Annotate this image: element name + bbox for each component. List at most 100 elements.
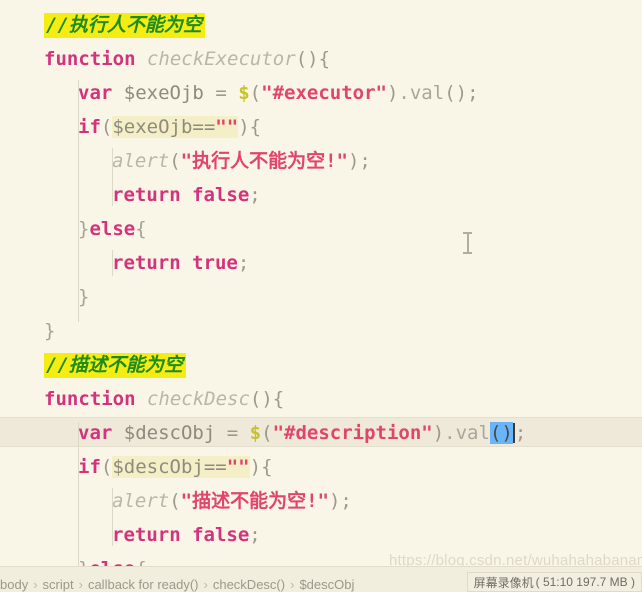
token-keyword: return bbox=[112, 524, 181, 546]
token-punct: ( bbox=[169, 150, 181, 172]
token-dollar: $ bbox=[249, 422, 262, 444]
token-punct: ); bbox=[328, 490, 352, 512]
code-line[interactable]: } bbox=[0, 280, 642, 314]
token-punct: ( bbox=[100, 116, 113, 138]
indent-guide bbox=[112, 488, 113, 546]
code-line[interactable]: return false; bbox=[0, 518, 642, 552]
code-line[interactable]: alert("描述不能为空!"); bbox=[0, 484, 642, 518]
code-line[interactable]: }else{ bbox=[0, 212, 642, 246]
token-brace: } bbox=[44, 320, 56, 342]
code-line[interactable]: var $exeOjb = $("#executor").val(); bbox=[0, 76, 642, 110]
token-punct: = bbox=[215, 82, 227, 104]
code-line[interactable]: return true; bbox=[0, 246, 642, 280]
code-line[interactable]: //执行人不能为空 bbox=[0, 8, 642, 42]
token-property: .val bbox=[444, 422, 490, 444]
indent-guide bbox=[78, 422, 79, 566]
token-punct: ){ bbox=[249, 456, 273, 478]
token-punct: ( bbox=[169, 490, 181, 512]
recorder-meta: ( 51:10 197.7 MB ) bbox=[535, 575, 635, 589]
token-comment: //执行人不能为空 bbox=[44, 13, 205, 38]
token-punct: = bbox=[226, 422, 239, 444]
token-brace: } bbox=[78, 286, 90, 308]
token-function-name: alert bbox=[112, 490, 170, 512]
token-identifier: $descObj== bbox=[112, 456, 227, 478]
token-string: "#description" bbox=[272, 422, 433, 444]
token-punct: ( bbox=[261, 422, 273, 444]
token-punct: ( bbox=[100, 456, 113, 478]
breadcrumb-item[interactable]: script bbox=[43, 577, 74, 592]
token-brace: } bbox=[78, 558, 89, 566]
token-identifier: $exeOjb bbox=[123, 82, 204, 104]
token-comment: //描述不能为空 bbox=[44, 353, 186, 378]
token-keyword: if bbox=[78, 456, 101, 478]
breadcrumb-separator: › bbox=[78, 577, 83, 592]
token-brace: { bbox=[135, 558, 146, 566]
token-punct: ; bbox=[237, 252, 250, 274]
token-property: .val bbox=[398, 82, 445, 104]
token-punct: (){ bbox=[249, 388, 285, 410]
token-keyword: function bbox=[44, 48, 136, 70]
token-punct: ){ bbox=[238, 116, 262, 138]
breadcrumb-item[interactable]: checkDesc() bbox=[213, 577, 285, 592]
token-punct: ; bbox=[249, 524, 261, 546]
token-punct: ) bbox=[432, 422, 445, 444]
indent-guide bbox=[112, 148, 113, 206]
token-string: "#executor" bbox=[261, 82, 387, 104]
breadcrumb-separator: › bbox=[203, 577, 208, 592]
breadcrumb-item[interactable]: $descObj bbox=[299, 577, 354, 592]
breadcrumb-separator: › bbox=[290, 577, 295, 592]
code-line[interactable]: alert("执行人不能为空!"); bbox=[0, 144, 642, 178]
token-keyword: function bbox=[44, 388, 136, 410]
token-punct: ); bbox=[347, 150, 371, 172]
code-line[interactable]: }else{ bbox=[0, 552, 642, 566]
token-dollar: $ bbox=[238, 82, 250, 104]
code-line[interactable]: if($descObj==""){ bbox=[0, 450, 642, 484]
token-punct: ; bbox=[514, 422, 527, 444]
code-line[interactable]: } bbox=[0, 314, 642, 348]
token-keyword: if bbox=[78, 116, 101, 138]
screen-recorder-widget[interactable]: 屏幕录像机 ( 51:10 197.7 MB ) bbox=[466, 572, 642, 592]
token-function-name: checkExecutor bbox=[146, 48, 296, 70]
code-line[interactable]: return false; bbox=[0, 178, 642, 212]
token-keyword: return bbox=[112, 184, 181, 206]
code-line[interactable]: var $descObj = $("#description").val(); bbox=[0, 416, 642, 450]
code-line[interactable]: //描述不能为空 bbox=[0, 348, 642, 382]
ide-screenshot: //执行人不能为空 function checkExecutor(){var $e… bbox=[0, 0, 642, 592]
token-punct: (){ bbox=[295, 48, 331, 70]
code-line[interactable]: function checkExecutor(){ bbox=[0, 42, 642, 76]
token-keyword: return bbox=[112, 252, 181, 274]
token-string: "描述不能为空!" bbox=[180, 490, 329, 512]
breadcrumb-item[interactable]: body bbox=[0, 577, 28, 592]
token-keyword: false bbox=[192, 524, 250, 546]
breadcrumb-item[interactable]: callback for ready() bbox=[88, 577, 199, 592]
token-keyword: else bbox=[89, 218, 136, 240]
token-punct: ) bbox=[386, 82, 399, 104]
token-string: "执行人不能为空!" bbox=[180, 150, 348, 172]
token-string: "" bbox=[215, 116, 239, 138]
token-function-name: checkDesc bbox=[146, 388, 250, 410]
breadcrumb[interactable]: body › script › callback for ready() › checkDe… bbox=[0, 577, 354, 592]
code-editor[interactable]: //执行人不能为空 function checkExecutor(){var $e… bbox=[0, 0, 642, 566]
code-line[interactable]: function checkDesc(){ bbox=[0, 382, 642, 416]
token-brace: } bbox=[78, 218, 90, 240]
indent-guide bbox=[112, 250, 113, 276]
token-function-name: alert bbox=[112, 150, 170, 172]
token-identifier: $descObj bbox=[123, 422, 216, 444]
token-punct: (); bbox=[444, 82, 479, 104]
token-punct: () bbox=[489, 422, 513, 444]
recorder-label: 屏幕录像机 bbox=[473, 575, 534, 590]
token-keyword: else bbox=[89, 558, 135, 566]
token-keyword: var bbox=[78, 422, 113, 444]
code-line[interactable]: if($exeOjb==""){ bbox=[0, 110, 642, 144]
